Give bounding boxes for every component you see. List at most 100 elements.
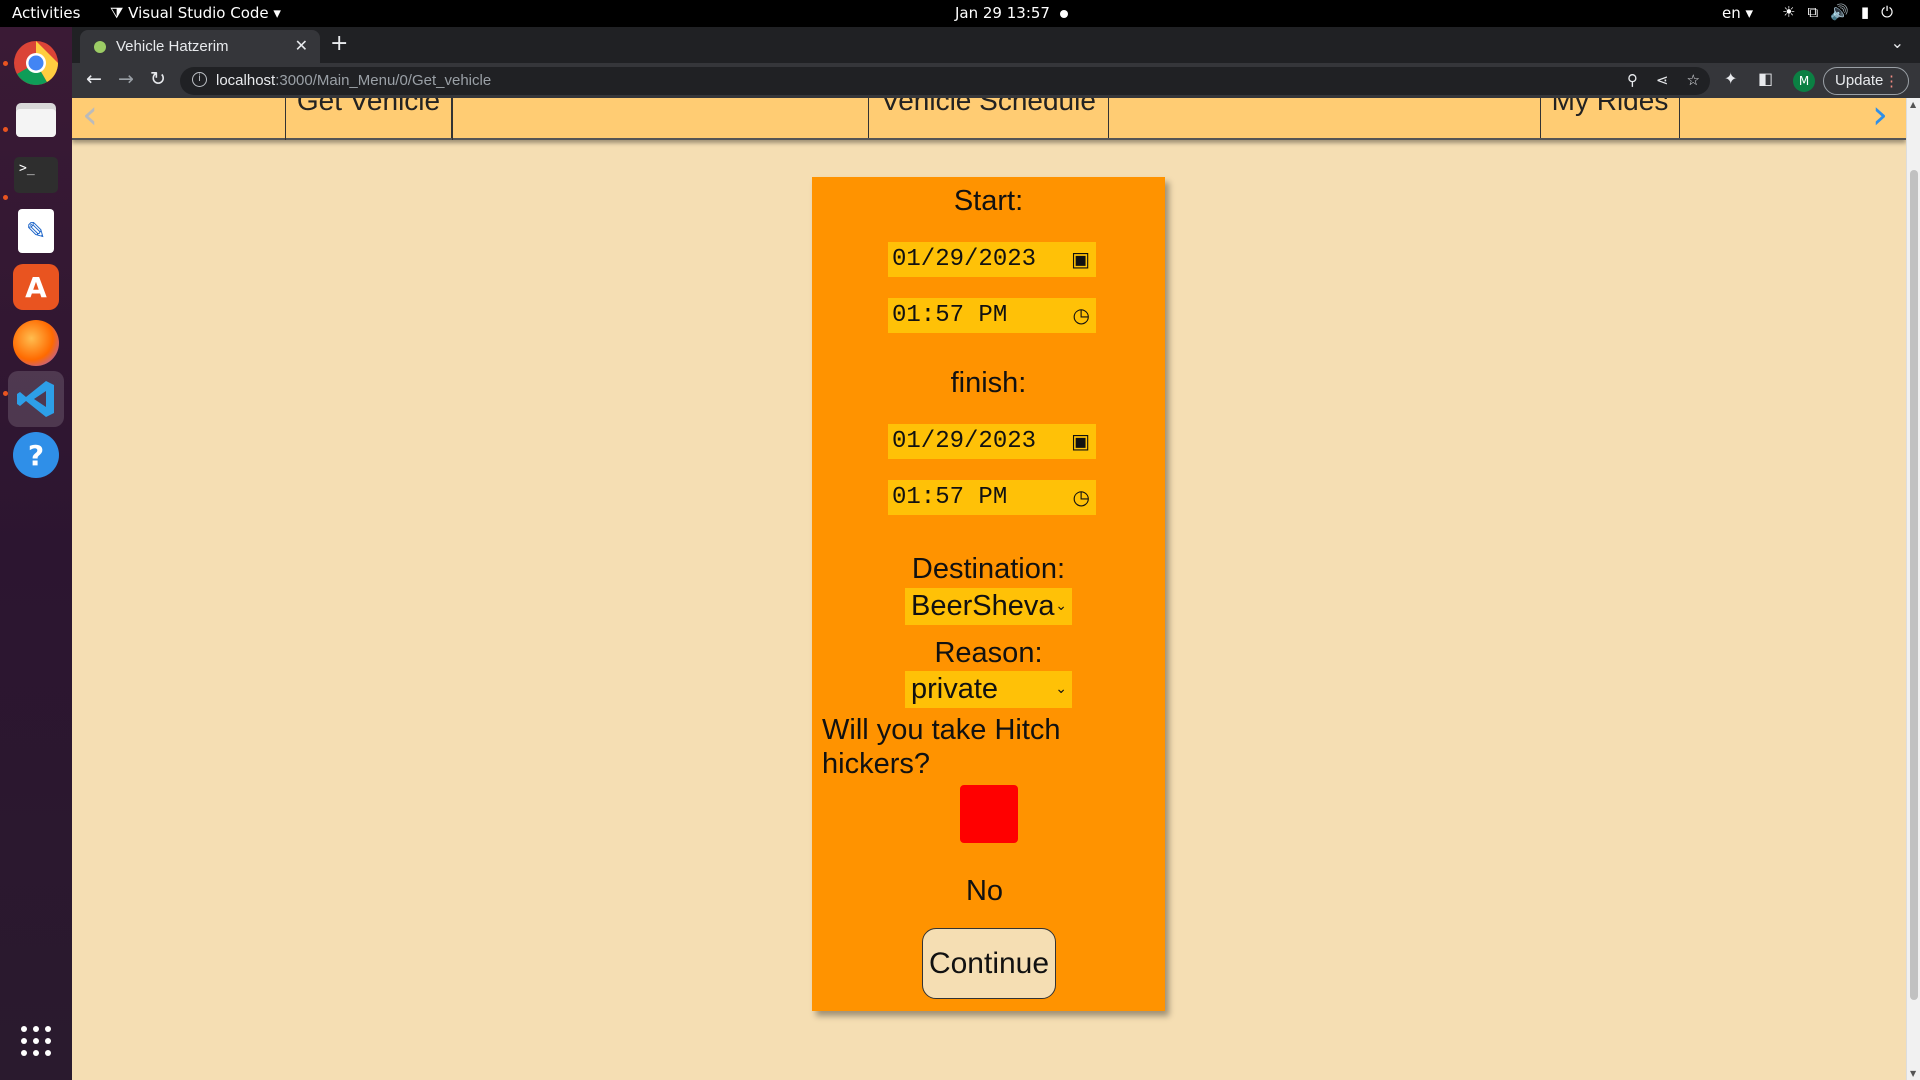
reason-value: private <box>911 673 999 705</box>
share-icon[interactable]: ⋖ <box>1656 71 1669 89</box>
system-tray[interactable]: ☀ ⧉ 🔊 ▮ ⏻ <box>1782 3 1893 21</box>
finish-label: finish: <box>950 367 1027 399</box>
firefox-icon <box>13 320 59 366</box>
nav-item-get-vehicle[interactable]: Get Vehicle <box>285 98 452 138</box>
dock: >_ ✎ A ? <box>0 27 72 1080</box>
nav-item-label: Get Vehicle <box>296 98 441 116</box>
destination-label: Destination: <box>911 553 1066 585</box>
new-tab-button[interactable]: + <box>330 31 348 56</box>
finish-time-value: 01:57 PM <box>892 484 1008 511</box>
extensions-icon[interactable]: ✦ <box>1724 69 1737 88</box>
continue-button[interactable]: Continue <box>922 928 1056 999</box>
notification-dot-icon <box>1059 9 1068 18</box>
dock-terminal[interactable]: >_ <box>8 147 64 203</box>
terminal-icon: >_ <box>14 157 58 193</box>
start-time-input[interactable]: 01:57 PM ◷ <box>888 298 1096 333</box>
nav-item-vehicle-schedule[interactable]: Vehicle Schedule <box>868 98 1109 138</box>
dock-chrome[interactable] <box>8 35 64 91</box>
dock-help[interactable]: ? <box>8 427 64 483</box>
browser-tab[interactable]: Vehicle Hatzerim ✕ <box>80 30 320 63</box>
dock-show-apps[interactable] <box>8 1013 64 1069</box>
start-date-input[interactable]: 01/29/2023 ▣ <box>888 242 1096 277</box>
finish-time-input[interactable]: 01:57 PM ◷ <box>888 480 1096 515</box>
hitchhiker-toggle[interactable] <box>960 785 1018 843</box>
battery-icon: ▮ <box>1860 3 1870 21</box>
calendar-icon[interactable]: ▣ <box>1071 247 1090 271</box>
destination-value: BeerSheva <box>911 590 1055 622</box>
language-indicator[interactable]: en ▾ <box>1722 4 1753 22</box>
calendar-icon[interactable]: ▣ <box>1071 429 1090 453</box>
bookmark-star-icon[interactable]: ☆ <box>1687 71 1700 89</box>
running-indicator <box>3 127 8 132</box>
system-top-bar: Activities ⧩ Visual Studio Code ▾ Jan 29… <box>0 0 1920 27</box>
chrome-icon <box>14 41 58 85</box>
text-editor-icon: ✎ <box>18 209 54 253</box>
app-menu[interactable]: ⧩ Visual Studio Code ▾ <box>110 4 281 22</box>
volume-icon: 🔊 <box>1830 3 1849 21</box>
finish-date-value: 01/29/2023 <box>892 428 1037 455</box>
dock-app-center[interactable]: A <box>8 259 64 315</box>
nav-item-my-rides[interactable]: My Rides <box>1540 98 1680 138</box>
address-bar[interactable]: i localhost:3000/Main_Menu/0/Get_vehicle… <box>180 67 1710 95</box>
close-tab-icon[interactable]: ✕ <box>295 36 308 55</box>
app-center-icon: A <box>13 264 59 310</box>
clock-label: Jan 29 13:57 <box>955 4 1050 22</box>
activities-button[interactable]: Activities <box>12 4 80 22</box>
start-date-value: 01/29/2023 <box>892 246 1037 273</box>
reason-label: Reason: <box>934 637 1043 669</box>
network-icon: ⧉ <box>1807 3 1819 21</box>
start-label: Start: <box>953 185 1024 217</box>
address-bar-actions: ⚲ ⋖ ☆ <box>1627 71 1700 89</box>
power-icon: ⏻ <box>1881 3 1893 21</box>
nav-right-arrow-icon[interactable]: › <box>1872 98 1888 138</box>
show-apps-icon <box>21 1026 51 1056</box>
update-label: Update <box>1835 72 1884 89</box>
vehicle-request-form: Start: 01/29/2023 ▣ 01:57 PM ◷ finish: 0… <box>812 177 1165 1011</box>
finish-date-input[interactable]: 01/29/2023 ▣ <box>888 424 1096 459</box>
dock-firefox[interactable] <box>8 315 64 371</box>
clock-icon[interactable]: ◷ <box>1073 303 1090 327</box>
url-path: :3000/Main_Menu/0/Get_vehicle <box>275 72 492 89</box>
vscode-small-icon: ⧩ <box>110 4 129 22</box>
nav-left-arrow-icon[interactable]: ‹ <box>82 98 98 138</box>
running-indicator <box>3 195 8 200</box>
scroll-down-icon[interactable]: ▼ <box>1910 1069 1916 1078</box>
back-button[interactable]: ← <box>86 68 102 90</box>
vscode-icon <box>17 381 54 417</box>
zoom-icon[interactable]: ⚲ <box>1627 71 1638 89</box>
hitchhiker-question: Will you take Hitch hickers? <box>822 714 1061 780</box>
nav-item-label: Vehicle Schedule <box>881 98 1096 116</box>
language-label: en <box>1722 4 1741 22</box>
brightness-icon: ☀ <box>1782 3 1796 21</box>
dock-text-editor[interactable]: ✎ <box>8 203 64 259</box>
page-scrollbar[interactable]: ▲ ▼ <box>1906 98 1920 1080</box>
tab-search-icon[interactable]: ⌄ <box>1891 33 1904 52</box>
nav-item-label: My Rides <box>1551 98 1669 116</box>
start-time-value: 01:57 PM <box>892 302 1008 329</box>
browser-toolbar: ← → ↻ i localhost:3000/Main_Menu/0/Get_v… <box>72 63 1920 98</box>
more-menu-icon[interactable]: ⋮ <box>1884 72 1899 90</box>
update-button[interactable]: Update ⋮ <box>1823 67 1909 95</box>
page-viewport: ‹ Get Vehicle Vehicle Schedule My Rides … <box>72 98 1920 1080</box>
reason-select[interactable]: private ⌄ <box>905 671 1072 708</box>
running-indicator <box>3 391 8 396</box>
forward-button[interactable]: → <box>118 68 134 90</box>
scrollbar-thumb[interactable] <box>1910 170 1918 1000</box>
reload-button[interactable]: ↻ <box>150 68 166 90</box>
side-panel-icon[interactable]: ◧ <box>1758 69 1773 88</box>
dock-vscode[interactable] <box>8 371 64 427</box>
help-icon: ? <box>13 432 59 478</box>
url-host: localhost <box>216 72 276 89</box>
clock[interactable]: Jan 29 13:57 <box>955 4 1068 22</box>
profile-avatar[interactable]: M <box>1793 70 1815 92</box>
browser-tab-bar: Vehicle Hatzerim ✕ + ⌄ <box>72 27 1920 63</box>
hitchhiker-value: No <box>965 875 1004 907</box>
clock-icon[interactable]: ◷ <box>1073 485 1090 509</box>
chevron-down-icon: ⌄ <box>1055 681 1067 697</box>
url-text: localhost:3000/Main_Menu/0/Get_vehicle <box>216 72 491 89</box>
chevron-down-icon: ⌄ <box>1055 598 1067 614</box>
site-info-icon[interactable]: i <box>192 72 207 87</box>
dock-files[interactable] <box>8 91 64 147</box>
scroll-up-icon[interactable]: ▲ <box>1910 100 1916 109</box>
destination-select[interactable]: BeerSheva ⌄ <box>905 588 1072 625</box>
